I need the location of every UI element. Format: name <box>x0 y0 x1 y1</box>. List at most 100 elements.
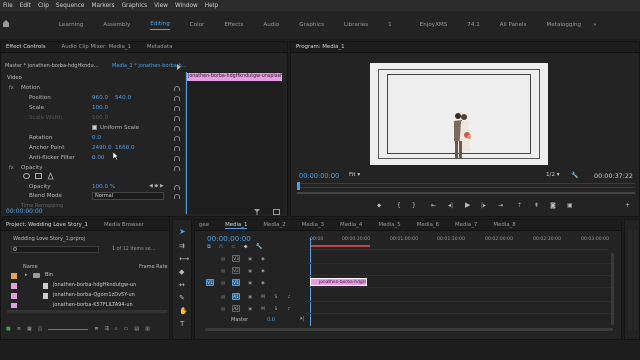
tab-media-2[interactable]: Media_2 <box>263 222 285 228</box>
anchor-reset-icon[interactable] <box>174 146 180 151</box>
project-search-input[interactable] <box>11 246 99 253</box>
fit-select[interactable]: Fit ▾ <box>349 172 360 178</box>
anchor-x-value[interactable]: 2490.0 <box>92 145 112 151</box>
insert-sequence-icon[interactable]: ⧉ <box>207 244 211 251</box>
tab-editing[interactable]: Editing <box>150 21 170 30</box>
flicker-reset-icon[interactable] <box>174 156 180 161</box>
sync-lock-icon[interactable]: ▣ <box>246 293 254 300</box>
program-monitor-title[interactable]: Program: Media_1 <box>296 44 345 50</box>
menu-clip[interactable]: Clip <box>38 3 49 9</box>
voiceover-mic-icon[interactable]: ♪ <box>285 293 293 300</box>
tab-1[interactable]: 1 <box>388 22 392 28</box>
tab-metadata[interactable]: Metadata <box>147 44 173 50</box>
sequence-clip-label[interactable]: Media_1 * jonathen-borba-h... <box>112 63 187 69</box>
track-lane-a2[interactable] <box>308 303 613 314</box>
track-target-a1[interactable]: A1 <box>232 293 240 300</box>
menu-graphics[interactable]: Graphics <box>122 3 148 9</box>
automate-icon[interactable]: ⇶ <box>105 326 109 332</box>
export-frame-icon[interactable] <box>273 209 280 215</box>
tab-audio-clip-mixer[interactable]: Audio Clip Mixer: Media_1 <box>62 44 131 50</box>
timeline-vertical-scrollbar[interactable] <box>611 253 614 325</box>
mute-button[interactable]: M <box>259 293 267 300</box>
fx-opacity-icon[interactable]: fx <box>9 165 14 171</box>
source-clip-label[interactable]: Master * jonathen-borba-hdgHkndu... <box>5 63 98 69</box>
export-frame-camera-icon[interactable]: ◙ <box>550 202 556 209</box>
expand-arrow-icon[interactable]: ▸ <box>25 272 28 278</box>
trash-icon[interactable]: ▥ <box>145 326 150 332</box>
add-marker-timeline-icon[interactable]: ⬥ <box>244 244 248 251</box>
mark-in-icon[interactable]: { <box>397 202 401 209</box>
selection-tool-icon[interactable]: ➤ <box>179 227 186 236</box>
ellipse-mask-icon[interactable] <box>23 173 30 179</box>
menu-file[interactable]: File <box>3 3 13 9</box>
program-scrub-bar[interactable] <box>297 182 635 190</box>
button-editor-icon[interactable]: + <box>625 202 630 209</box>
compare-view-icon[interactable]: ▣ <box>567 202 573 209</box>
motion-reset-icon[interactable] <box>174 86 180 91</box>
tab-project[interactable]: Project: Wedding Love Story_1 <box>6 222 88 228</box>
tab-gee[interactable]: gee <box>199 222 209 228</box>
solo-button[interactable]: S <box>272 293 280 300</box>
mute-button[interactable]: M <box>259 305 267 312</box>
tab-metalogging[interactable]: Metalogging <box>546 22 581 28</box>
motion-label[interactable]: Motion <box>21 85 40 91</box>
uniform-reset-icon[interactable] <box>174 126 180 131</box>
source-patch-v1[interactable]: V1 <box>206 279 214 286</box>
zoom-scrollbar[interactable] <box>297 192 635 194</box>
sync-lock-icon[interactable]: ▣ <box>246 279 254 286</box>
track-target-v2[interactable]: V2 <box>232 267 240 274</box>
tab-enjoyxms[interactable]: EnjoyXMS <box>420 22 448 28</box>
project-item-row[interactable]: jonathen-borba-K57FLILTA94-un <box>9 302 169 308</box>
play-only-icon[interactable] <box>177 64 181 70</box>
track-lane-v3[interactable] <box>308 253 613 264</box>
linked-selection-icon[interactable]: ⊂ <box>231 244 236 251</box>
anti-flicker-value[interactable]: 0.00 <box>92 155 104 161</box>
tab-graphics[interactable]: Graphics <box>299 22 324 28</box>
track-lane-v2[interactable] <box>308 265 613 276</box>
write-protect-icon[interactable]: ■ <box>6 326 11 332</box>
fx-icon[interactable]: fx <box>9 85 14 91</box>
tab-media-4[interactable]: Media_4 <box>340 222 362 228</box>
timeline-horizontal-scrollbar[interactable] <box>205 328 613 331</box>
work-area-bar[interactable] <box>310 245 370 247</box>
rotation-reset-icon[interactable] <box>174 136 180 141</box>
zoom-slider[interactable] <box>48 328 89 330</box>
track-lock-icon[interactable]: ▤ <box>219 279 227 286</box>
scale-width-reset-icon[interactable] <box>174 116 180 121</box>
eye-icon[interactable]: ◉ <box>259 279 267 286</box>
track-lane-v1[interactable]: jonathen-borba-hdgH <box>308 277 613 288</box>
blend-reset-icon[interactable] <box>174 194 180 199</box>
tab-audio[interactable]: Audio <box>263 22 279 28</box>
slip-tool-icon[interactable]: ↔ <box>179 281 185 289</box>
hand-tool-icon[interactable]: ✋ <box>179 307 188 315</box>
track-target-v1[interactable]: V1 <box>232 279 240 286</box>
pen-tool-icon[interactable]: ✎ <box>179 294 185 302</box>
tab-color[interactable]: Color <box>190 22 205 28</box>
pen-mask-icon[interactable] <box>47 171 54 182</box>
tab-media-browser[interactable]: Media Browser <box>104 222 144 228</box>
opacity-reset-icon[interactable] <box>174 185 180 190</box>
timeline-ruler[interactable]: 00:00 00:00:30:00 00:01:00:00 00:01:30:0… <box>308 236 609 250</box>
lift-icon[interactable]: ⇡ <box>517 202 522 209</box>
position-reset-icon[interactable] <box>174 96 180 101</box>
position-x-value[interactable]: 960.0 <box>92 95 108 101</box>
tab-effect-controls[interactable]: Effect Controls <box>6 44 46 50</box>
blend-mode-select[interactable]: Normal <box>92 192 164 200</box>
keyframe-nav-icon[interactable]: ◀ ◆ ▶ <box>149 183 164 189</box>
anchor-y-value[interactable]: 1660.0 <box>115 145 135 151</box>
scale-reset-icon[interactable] <box>174 106 180 111</box>
tab-media-8[interactable]: Media_8 <box>493 222 515 228</box>
razor-tool-icon[interactable]: ◆ <box>179 268 184 276</box>
snap-icon[interactable]: ∩ <box>219 244 223 251</box>
go-to-in-icon[interactable]: ⇤ <box>431 202 436 209</box>
home-icon[interactable] <box>3 20 9 27</box>
tab-media-5[interactable]: Media_5 <box>378 222 400 228</box>
new-bin-icon[interactable]: ▭ <box>124 326 129 332</box>
track-lock-icon[interactable]: ▤ <box>219 255 227 262</box>
track-target-v3[interactable]: V3 <box>232 255 240 262</box>
menu-edit[interactable]: Edit <box>20 3 31 9</box>
type-tool-icon[interactable]: T <box>180 320 184 328</box>
ripple-edit-tool-icon[interactable]: ⟷ <box>179 255 189 263</box>
mini-playhead[interactable] <box>186 72 187 214</box>
track-target-a2[interactable]: A2 <box>232 305 240 312</box>
